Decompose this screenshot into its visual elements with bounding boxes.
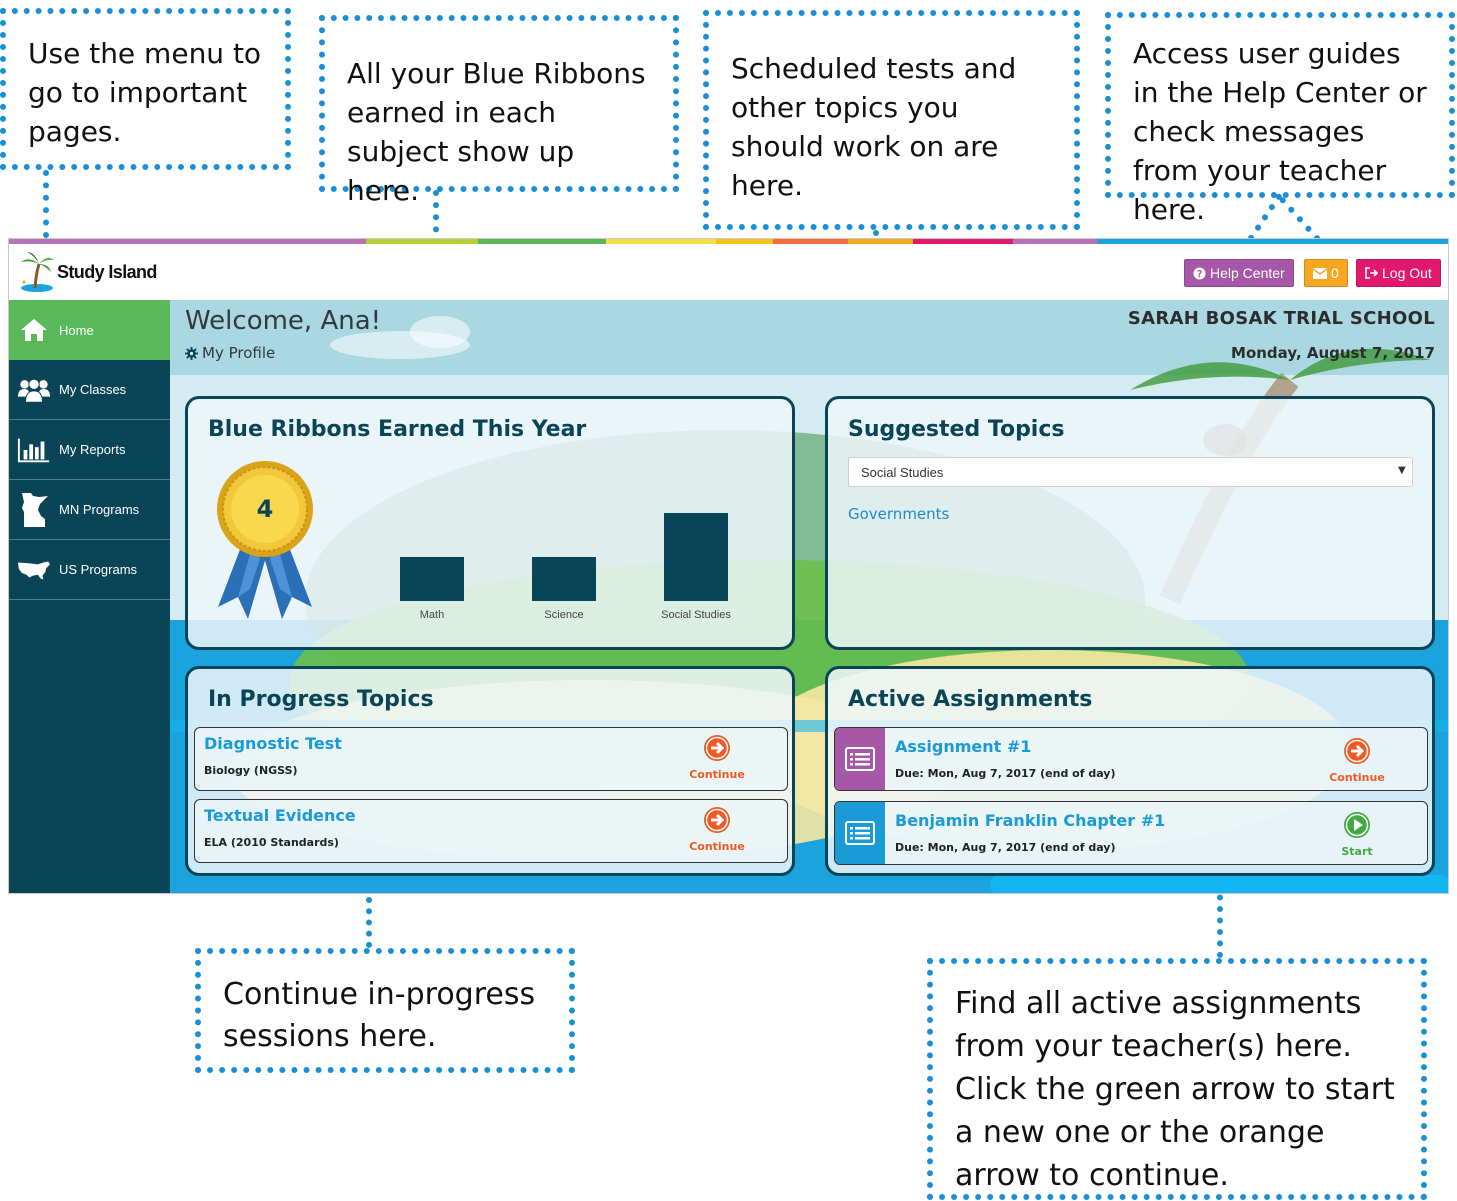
ribbon-bar-label: Science xyxy=(544,609,584,621)
sidebar-item-label: MN Programs xyxy=(59,502,140,517)
subject-select-value: Social Studies xyxy=(861,464,944,480)
start-button[interactable]: Start xyxy=(1327,811,1387,858)
welcome-heading: Welcome, Ana! xyxy=(185,306,382,336)
callout-progress: Continue in-progress sessions here. xyxy=(195,948,575,1073)
blue-ribbons-panel: Blue Ribbons Earned This Year 4 Math Scie… xyxy=(185,396,795,650)
ribbon-bar xyxy=(664,513,728,601)
continue-label: Continue xyxy=(1329,771,1385,784)
ribbon-bar xyxy=(532,557,596,601)
help-center-button[interactable]: ? Help Center xyxy=(1184,259,1294,287)
minnesota-map-icon xyxy=(17,492,51,528)
callout-help: Access user guides in the Help Center or… xyxy=(1105,12,1455,226)
in-progress-card[interactable]: Diagnostic Test Biology (NGSS) Continue xyxy=(194,727,788,791)
callout-assignments: Find all active assignments from your te… xyxy=(927,958,1427,1200)
panel-title: In Progress Topics xyxy=(208,687,434,712)
callout-menu-text: Use the menu to go to important pages. xyxy=(28,37,262,148)
play-circle-icon xyxy=(1344,812,1370,838)
current-date: Monday, August 7, 2017 xyxy=(1231,344,1435,362)
question-circle-icon: ? xyxy=(1193,266,1206,280)
callout-ribbons: All your Blue Ribbons earned in each sub… xyxy=(319,15,679,207)
assignment-type-badge xyxy=(835,728,885,790)
messages-count: 0 xyxy=(1331,265,1339,281)
bar-chart-icon xyxy=(17,436,51,464)
my-profile-label: My Profile xyxy=(202,344,276,362)
school-name: SARAH BOSAK TRIAL SCHOOL xyxy=(1127,308,1435,329)
arrow-right-circle-icon xyxy=(1344,738,1370,764)
logout-button[interactable]: Log Out xyxy=(1356,259,1441,287)
sign-out-icon xyxy=(1365,267,1378,279)
home-icon xyxy=(17,317,51,343)
app-window: Study Island ? Help Center 0 Log Out Hom… xyxy=(8,238,1449,894)
sidebar-item-label: US Programs xyxy=(59,562,138,577)
sidebar-item-my-reports[interactable]: My Reports xyxy=(9,420,170,480)
ribbon-bar xyxy=(400,557,464,601)
help-center-label: Help Center xyxy=(1210,265,1285,281)
messages-button[interactable]: 0 xyxy=(1304,259,1348,287)
callout-ribbons-text: All your Blue Ribbons earned in each sub… xyxy=(347,57,646,207)
assignment-type-badge xyxy=(835,802,885,864)
sidebar-item-mn-programs[interactable]: MN Programs xyxy=(9,480,170,540)
continue-label: Continue xyxy=(689,840,745,853)
sidebar-item-label: My Classes xyxy=(59,382,127,397)
suggested-topics-panel: Suggested Topics Social Studies ▼ Govern… xyxy=(825,396,1435,650)
users-icon xyxy=(17,375,51,405)
topic-subtitle: Biology (NGSS) xyxy=(204,764,298,777)
subject-select[interactable]: Social Studies xyxy=(848,457,1413,487)
ribbon-bar-label: Math xyxy=(419,609,445,621)
continue-button[interactable]: Continue xyxy=(687,806,747,853)
main-content: Welcome, Ana! My Profile SARAH BOSAK TRI… xyxy=(170,300,1448,893)
logout-label: Log Out xyxy=(1382,265,1432,281)
arrow-right-circle-icon xyxy=(704,807,730,833)
callout-menu: Use the menu to go to important pages. xyxy=(0,8,291,170)
ribbons-bar-chart: Math Science Social Studies xyxy=(188,399,798,653)
callout-scheduled-text: Scheduled tests and other topics you sho… xyxy=(731,52,1017,202)
sidebar-item-my-classes[interactable]: My Classes xyxy=(9,360,170,420)
start-label: Start xyxy=(1341,845,1373,858)
assignment-due-date: Due: Mon, Aug 7, 2017 (end of day) xyxy=(895,767,1116,780)
topic-title[interactable]: Textual Evidence xyxy=(204,806,356,825)
study-island-logo[interactable]: Study Island xyxy=(19,250,157,294)
gear-icon xyxy=(185,346,198,360)
my-profile-link[interactable]: My Profile xyxy=(185,344,275,362)
svg-text:?: ? xyxy=(1197,269,1202,280)
callout-assignments-text: Find all active assignments from your te… xyxy=(955,986,1395,1193)
topic-title[interactable]: Diagnostic Test xyxy=(204,734,342,753)
assignment-title[interactable]: Benjamin Franklin Chapter #1 xyxy=(895,811,1165,830)
sidebar: Home My Classes My Reports MN Programs U… xyxy=(9,300,170,893)
sidebar-item-label: My Reports xyxy=(59,442,126,457)
panel-title: Suggested Topics xyxy=(848,417,1065,442)
suggested-topic-link[interactable]: Governments xyxy=(848,505,949,523)
continue-label: Continue xyxy=(689,768,745,781)
sidebar-item-label: Home xyxy=(59,322,94,338)
assignment-card[interactable]: Assignment #1 Due: Mon, Aug 7, 2017 (end… xyxy=(834,727,1428,791)
assignment-title[interactable]: Assignment #1 xyxy=(895,737,1031,756)
in-progress-card[interactable]: Textual Evidence ELA (2010 Standards) Co… xyxy=(194,799,788,863)
callout-scheduled: Scheduled tests and other topics you sho… xyxy=(703,10,1080,230)
list-icon xyxy=(845,821,875,845)
panel-title: Active Assignments xyxy=(848,687,1093,712)
assignment-card[interactable]: Benjamin Franklin Chapter #1 Due: Mon, A… xyxy=(834,801,1428,865)
ribbon-bar-label: Social Studies xyxy=(661,609,731,621)
arrow-right-circle-icon xyxy=(704,735,730,761)
callout-progress-text: Continue in-progress sessions here. xyxy=(223,977,536,1054)
palm-tree-logo-icon xyxy=(21,252,54,292)
topic-subtitle: ELA (2010 Standards) xyxy=(204,836,339,849)
sidebar-item-us-programs[interactable]: US Programs xyxy=(9,540,170,600)
envelope-icon xyxy=(1313,267,1327,279)
brand-name: Study Island xyxy=(57,261,157,282)
active-assignments-panel: Active Assignments Assignment #1 Due: Mo… xyxy=(825,666,1435,876)
assignment-due-date: Due: Mon, Aug 7, 2017 (end of day) xyxy=(895,841,1116,854)
us-map-icon xyxy=(17,559,51,581)
continue-button[interactable]: Continue xyxy=(1327,737,1387,784)
sidebar-item-home[interactable]: Home xyxy=(9,300,170,360)
in-progress-topics-panel: In Progress Topics Diagnostic Test Biolo… xyxy=(185,666,795,876)
list-icon xyxy=(845,747,875,771)
continue-button[interactable]: Continue xyxy=(687,734,747,781)
top-bar: Study Island ? Help Center 0 Log Out xyxy=(9,244,1448,300)
